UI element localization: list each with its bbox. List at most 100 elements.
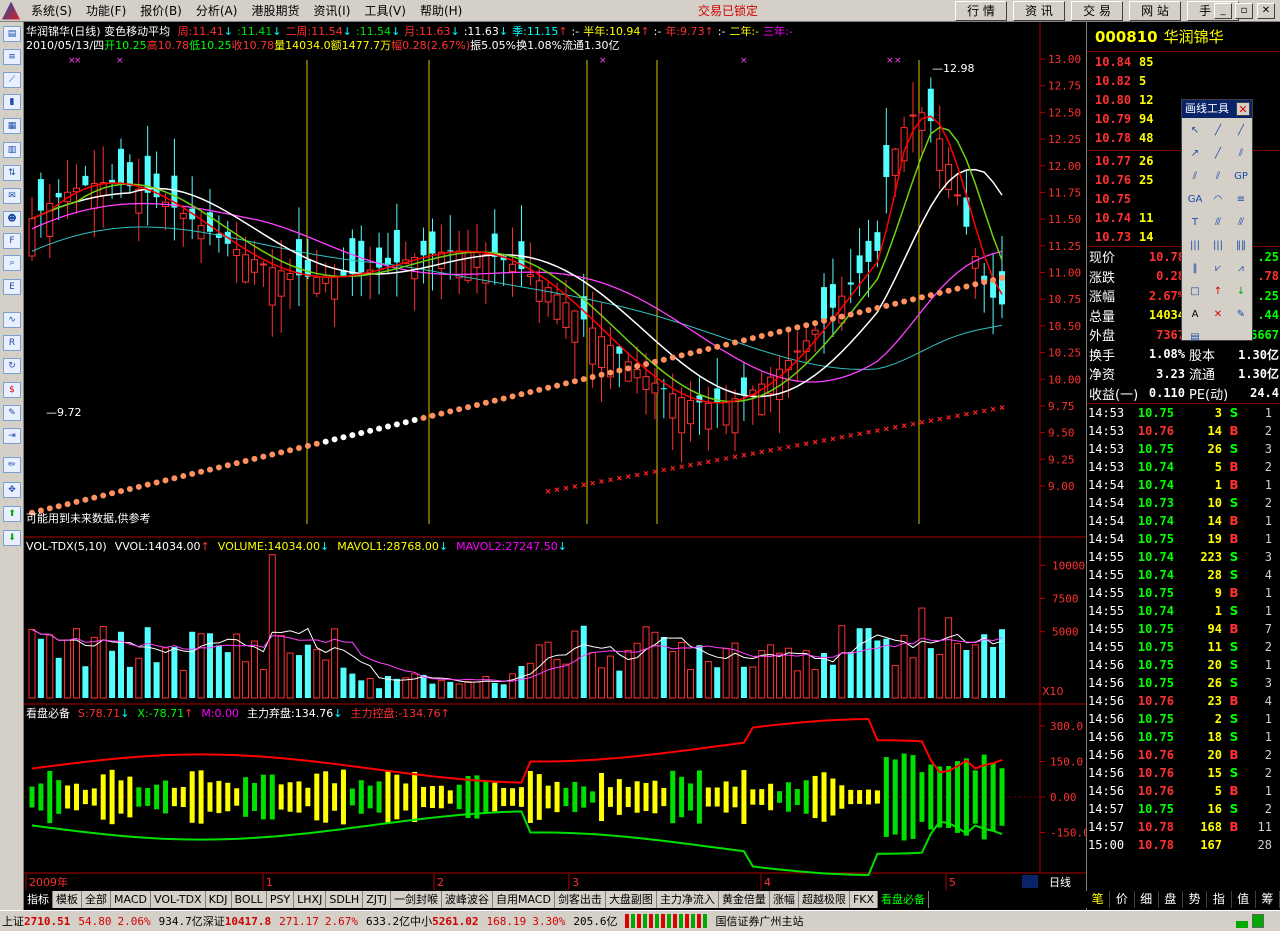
chart-area[interactable]: 13.00 12.75 12.50 12.25 12.00 11.75 11.50 11.25… (24, 22, 1086, 891)
down-mark-icon[interactable]: ↓ (1230, 281, 1252, 303)
tick-row[interactable]: 14:53 10.75 26 S 3 (1087, 440, 1280, 458)
tick-row[interactable]: 14:55 10.74 223 S 3 (1087, 548, 1280, 566)
ga-icon[interactable]: GA (1184, 189, 1206, 211)
tab-detail[interactable]: 盘 (1159, 891, 1183, 908)
gann-icon[interactable]: ⫻ (1230, 212, 1252, 234)
parallel-icon[interactable]: ⫽ (1230, 143, 1252, 165)
close-icon[interactable]: ✕ (1236, 102, 1250, 116)
tab-indicator[interactable]: VOL-TDX (150, 891, 206, 908)
pointer-icon[interactable]: ↖ (1184, 120, 1206, 142)
tab-detail[interactable]: 细 (1135, 891, 1159, 908)
tick-row[interactable]: 14:53 10.76 14 B 2 (1087, 422, 1280, 440)
bars-icon[interactable]: ||| (1207, 235, 1229, 257)
tab-indicator[interactable]: 一剑封喉 (390, 891, 442, 908)
dollar-icon[interactable]: $ (3, 382, 21, 398)
tab-detail[interactable]: 指 (1207, 891, 1232, 908)
pencil-icon[interactable]: ✏ (3, 457, 21, 473)
etf-icon[interactable]: E (3, 279, 21, 295)
tick-row[interactable]: 14:56 10.75 20 S 1 (1087, 656, 1280, 674)
refresh-icon[interactable]: ↻ (3, 358, 21, 374)
tab-detail[interactable]: 价 (1110, 891, 1135, 908)
restore-icon[interactable]: ▫ (1235, 3, 1253, 19)
tick-row[interactable]: 14:55 10.75 94 B 7 (1087, 620, 1280, 638)
tick-row[interactable]: 14:56 10.76 5 B 1 (1087, 782, 1280, 800)
tab-detail[interactable]: 值 (1232, 891, 1256, 908)
tick-row[interactable]: 14:56 10.76 20 B 2 (1087, 746, 1280, 764)
tick-row[interactable]: 14:57 10.75 16 S 2 (1087, 800, 1280, 818)
tab-detail[interactable]: 笔 (1086, 891, 1111, 908)
tab-indicator[interactable]: 黄金倍量 (718, 891, 770, 908)
people-icon[interactable]: ☻ (3, 211, 21, 227)
tick-row[interactable]: 14:54 10.73 10 S 2 (1087, 494, 1280, 512)
ray-icon[interactable]: ╱ (1230, 120, 1252, 142)
period-icon[interactable]: ||| (1184, 235, 1206, 257)
f10-icon[interactable]: F (3, 233, 21, 249)
menu-item-tools[interactable]: 工具(V) (357, 0, 413, 22)
candle-icon[interactable]: ▮ (3, 94, 21, 110)
menu-item-hk-futures[interactable]: 港股期货 (244, 0, 306, 22)
tick-row[interactable]: 14:56 10.75 2 S 1 (1087, 710, 1280, 728)
arc-icon[interactable]: ◠ (1207, 189, 1229, 211)
line-icon[interactable]: ╱ (1207, 120, 1229, 142)
ask-row[interactable]: 10.82 5 (1087, 71, 1280, 90)
draw-tool-palette[interactable]: 画线工具 ✕ ↖ ╱ ╱ ↗ ╱ ⫽ ⫽ ⫽ GP GA ◠ ≡ T ⫻ ⫻ ||| ||| ‖‖ ‖ ⩗ ⩘ □ ↑ ↓ A ✕ ✎… (1181, 99, 1253, 343)
website-button[interactable]: 网 站 (1129, 1, 1181, 21)
tab-indicator[interactable]: 看盘必备 (878, 891, 930, 908)
tab-indicator[interactable]: 主力净流入 (656, 891, 719, 908)
tick-row[interactable]: 14:56 10.76 23 B 4 (1087, 692, 1280, 710)
tab-detail[interactable]: 势 (1183, 891, 1208, 908)
cycle-icon[interactable]: ‖ (1184, 258, 1206, 280)
indicator-name[interactable]: 变色移动平均 (104, 25, 170, 38)
text-icon[interactable]: A (1184, 304, 1206, 326)
rect-icon[interactable]: □ (1184, 281, 1206, 303)
tick-row[interactable]: 15:00 10.78 167 28 (1087, 836, 1280, 854)
menu-item-analysis[interactable]: 分析(A) (189, 0, 245, 22)
down-arrow-icon[interactable]: ⬇ (3, 530, 21, 546)
exit-icon[interactable]: ⇥ (3, 428, 21, 444)
tick-row[interactable]: 14:53 10.75 3 S 1 (1087, 404, 1280, 422)
list-icon[interactable]: ≡ (3, 49, 21, 65)
scroll-handle[interactable] (1022, 875, 1038, 888)
tab-indicator[interactable]: PSY (266, 891, 295, 908)
ask-row[interactable]: 10.84 85 (1087, 52, 1280, 71)
speed-icon[interactable]: ⩗ (1207, 258, 1229, 280)
tab-indicator[interactable]: SDLH (326, 891, 364, 908)
news-button[interactable]: 资 讯 (1013, 1, 1065, 21)
tab-indicator[interactable]: MACD (111, 891, 151, 908)
tab-indicator[interactable]: 超越极限 (798, 891, 850, 908)
trade-button[interactable]: 交 易 (1071, 1, 1123, 21)
fan-icon[interactable]: ⫻ (1207, 212, 1229, 234)
line-chart-icon[interactable]: ⟋ (3, 72, 21, 88)
note-icon[interactable]: ✎ (1230, 304, 1252, 326)
tick-row[interactable]: 14:54 10.75 19 B 1 (1087, 530, 1280, 548)
tick-row[interactable]: 14:55 10.74 28 S 4 (1087, 566, 1280, 584)
tab-indicator[interactable]: 剑客出击 (554, 891, 606, 908)
tab-indicator[interactable]: 模板 (53, 891, 82, 908)
tick-row[interactable]: 14:57 10.78 168 B 11 (1087, 818, 1280, 836)
tab-indicator[interactable]: KDJ (205, 891, 232, 908)
zoom-icon[interactable]: ⌕ (3, 255, 21, 271)
grid-icon[interactable]: ‖‖ (1230, 235, 1252, 257)
tick-row[interactable]: 14:56 10.75 18 S 1 (1087, 728, 1280, 746)
wave-icon[interactable]: ∿ (3, 312, 21, 328)
tick-row[interactable]: 14:56 10.75 26 S 3 (1087, 674, 1280, 692)
arrow-line-icon[interactable]: ↗ (1184, 143, 1206, 165)
menu-item-system[interactable]: 系统(S) (24, 0, 79, 22)
text-box-icon[interactable]: T (1184, 212, 1206, 234)
tab-indicator[interactable]: LHXJ (294, 891, 327, 908)
tab-indicator[interactable]: FKX (849, 891, 879, 908)
menu-item-help[interactable]: 帮助(H) (413, 0, 469, 22)
tab-detail[interactable]: 筹 (1256, 891, 1280, 908)
close-icon[interactable]: ✕ (1257, 3, 1275, 19)
fib-icon[interactable]: ≡ (1230, 189, 1252, 211)
tick-row[interactable]: 14:54 10.74 14 B 1 (1087, 512, 1280, 530)
tick-row[interactable]: 14:55 10.75 11 S 2 (1087, 638, 1280, 656)
menu-item-info[interactable]: 资讯(I) (306, 0, 357, 22)
up-arrow-icon[interactable]: ⬆ (3, 506, 21, 522)
gann-fan-icon[interactable]: ⩘ (1230, 258, 1252, 280)
list-mark-icon[interactable]: ▤ (1184, 327, 1206, 349)
tick-row[interactable]: 14:53 10.74 5 B 2 (1087, 458, 1280, 476)
menu-item-quote[interactable]: 报价(B) (133, 0, 189, 22)
tab-indicator[interactable]: ZJTJ (363, 891, 391, 908)
sort-icon[interactable]: ⇅ (3, 165, 21, 181)
